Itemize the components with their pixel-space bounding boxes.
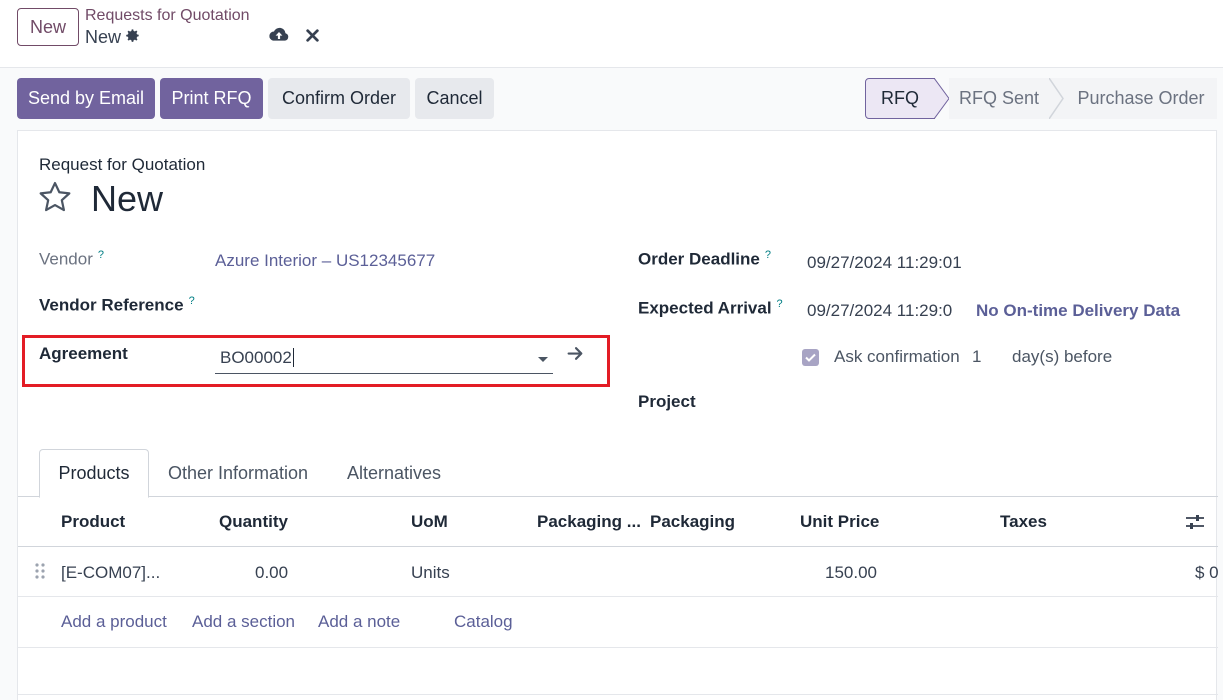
breadcrumb-requests[interactable]: Requests for Quotation <box>85 7 250 25</box>
table-row[interactable]: [E-COM07]... 0.00 Units 150.00 $ 0 <box>18 547 1219 597</box>
reminder-days-field[interactable]: 1 <box>972 347 981 367</box>
status-bar: RFQ RFQ Sent Purchase Order <box>865 78 1217 119</box>
vendor-label: Vendor? <box>39 249 105 269</box>
notebook-tabs: Products Other Information Alternatives <box>18 449 1218 498</box>
column-packaging-qty[interactable]: Packaging ... <box>537 512 641 532</box>
optional-columns-icon[interactable] <box>1185 513 1205 536</box>
cell-uom[interactable]: Units <box>411 563 450 583</box>
stage-arrow-1 <box>934 78 950 119</box>
tab-alternatives[interactable]: Alternatives <box>338 449 450 497</box>
confirm-order-button[interactable]: Confirm Order <box>268 78 410 119</box>
stage-rfq[interactable]: RFQ <box>865 78 935 119</box>
ask-confirmation-label: Ask confirmation <box>834 347 960 366</box>
order-deadline-label: Order Deadline? <box>638 249 771 269</box>
days-before-label: day(s) before <box>1012 347 1113 366</box>
stage-arrow-2 <box>1049 78 1065 119</box>
chevron-down-icon[interactable] <box>538 357 548 362</box>
control-panel-top: New Requests for Quotation New <box>0 0 1223 68</box>
vendor-reference-label: Vendor Reference? <box>39 295 195 315</box>
add-product-link[interactable]: Add a product <box>61 612 167 632</box>
stage-purchase-order[interactable]: Purchase Order <box>1065 78 1217 119</box>
action-bar: Send by Email Print RFQ Confirm Order Ca… <box>0 68 1223 130</box>
on-time-delivery-button[interactable]: No On-time Delivery Data <box>976 301 1180 321</box>
tab-products[interactable]: Products <box>39 449 149 498</box>
column-packaging[interactable]: Packaging <box>650 512 735 532</box>
document-type-label: Request for Quotation <box>39 155 206 174</box>
agreement-label: Agreement <box>39 344 128 363</box>
help-icon[interactable]: ? <box>189 295 195 307</box>
cloud-upload-icon[interactable] <box>268 26 290 49</box>
order-deadline-field[interactable]: 09/27/2024 11:29:01 <box>807 253 962 273</box>
add-section-link[interactable]: Add a section <box>192 612 295 632</box>
vendor-field[interactable]: Azure Interior – US12345677 <box>215 251 435 271</box>
form-sheet: Request for Quotation New Vendor? Azure … <box>17 130 1219 700</box>
breadcrumb-current: New <box>85 27 140 48</box>
gear-icon[interactable] <box>125 27 140 48</box>
arrow-right-icon[interactable] <box>567 346 584 366</box>
tab-other-information[interactable]: Other Information <box>158 449 318 497</box>
star-icon[interactable] <box>38 181 72 218</box>
catalog-link[interactable]: Catalog <box>454 612 513 632</box>
stage-rfq-sent[interactable]: RFQ Sent <box>949 78 1049 119</box>
drag-handle-icon[interactable] <box>34 562 46 585</box>
record-name: New <box>85 27 122 47</box>
add-note-link[interactable]: Add a note <box>318 612 400 632</box>
cell-quantity[interactable]: 0.00 <box>255 563 288 583</box>
table-footer-line <box>18 694 1218 695</box>
cell-unit-price[interactable]: 150.00 <box>825 563 877 583</box>
cancel-button[interactable]: Cancel <box>415 78 494 119</box>
record-title[interactable]: New <box>91 178 163 220</box>
agreement-input[interactable]: BO00002 <box>215 344 553 374</box>
project-label: Project <box>638 392 696 411</box>
help-icon[interactable]: ? <box>765 249 771 261</box>
help-icon[interactable]: ? <box>98 249 104 261</box>
column-uom[interactable]: UoM <box>411 512 448 532</box>
text-cursor <box>292 348 294 367</box>
order-lines-header: Product Quantity UoM Packaging ... Packa… <box>18 497 1218 547</box>
add-line-row: Add a product Add a section Add a note C… <box>18 597 1218 648</box>
new-button[interactable]: New <box>17 8 79 46</box>
column-product[interactable]: Product <box>61 512 125 532</box>
cell-product[interactable]: [E-COM07]... <box>61 563 160 583</box>
column-unit-price[interactable]: Unit Price <box>800 512 879 532</box>
expected-arrival-field[interactable]: 09/27/2024 11:29:0 <box>807 301 952 321</box>
cell-subtotal: $ 0 <box>1195 563 1219 582</box>
print-rfq-button[interactable]: Print RFQ <box>160 78 263 119</box>
ask-confirmation-checkbox[interactable] <box>802 349 819 366</box>
column-taxes[interactable]: Taxes <box>1000 512 1047 532</box>
close-icon[interactable] <box>305 28 320 48</box>
send-by-email-button[interactable]: Send by Email <box>17 78 155 119</box>
help-icon[interactable]: ? <box>777 298 783 310</box>
column-quantity[interactable]: Quantity <box>219 512 288 532</box>
expected-arrival-label: Expected Arrival? <box>638 298 783 318</box>
